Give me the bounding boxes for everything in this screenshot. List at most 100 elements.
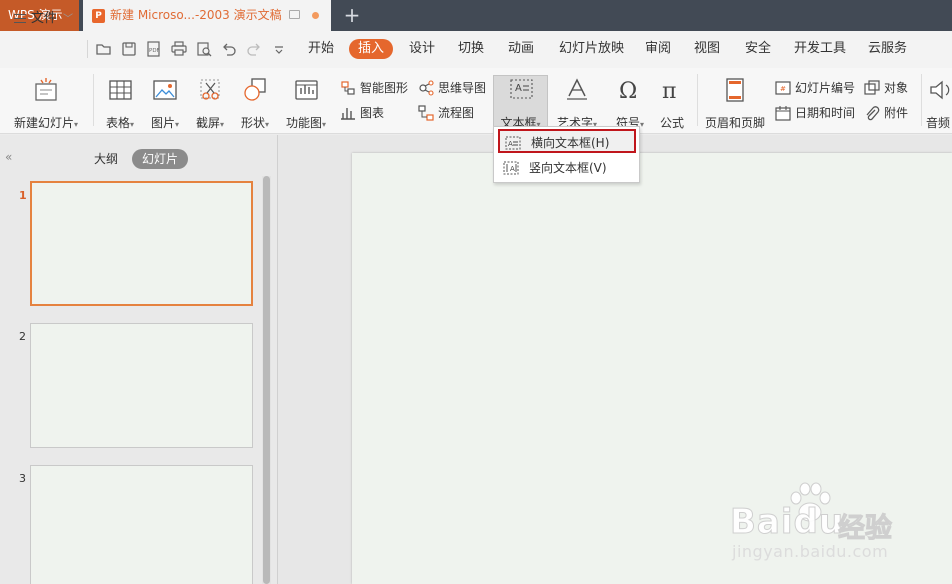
shape-button[interactable]: 形状▾ bbox=[236, 76, 274, 130]
text-box-icon: A bbox=[509, 79, 533, 99]
document-title: 新建 Microso...-2003 演示文稿 bbox=[110, 8, 282, 22]
chart-button[interactable]: 图表 bbox=[340, 104, 390, 122]
open-icon[interactable] bbox=[95, 40, 113, 58]
table-button[interactable]: 表格▾ bbox=[101, 76, 139, 130]
tab-developer[interactable]: 开发工具 bbox=[794, 39, 846, 59]
new-slide-button[interactable]: 新建幻灯片▾ bbox=[8, 76, 84, 130]
slide-thumbnail-1[interactable] bbox=[30, 181, 253, 306]
tab-outline[interactable]: 大纲 bbox=[94, 149, 118, 169]
table-icon bbox=[109, 80, 132, 100]
screen-icon[interactable] bbox=[289, 10, 300, 19]
function-chart-button[interactable]: 功能图▾ bbox=[283, 76, 329, 130]
table-label: 表格 bbox=[105, 116, 130, 130]
ribbon-separator bbox=[697, 74, 698, 126]
pi-icon: π bbox=[662, 79, 676, 104]
symbol-button[interactable]: Ω 符号▾ bbox=[610, 76, 650, 130]
baidu-watermark: Baidu 经验 jingyan.baidu.com bbox=[729, 482, 930, 562]
header-footer-button[interactable]: 页眉和页脚 bbox=[703, 76, 767, 130]
scissors-icon bbox=[200, 79, 220, 100]
attachment-button[interactable]: 附件 bbox=[864, 104, 912, 122]
function-chart-label: 功能图 bbox=[285, 116, 322, 130]
new-slide-label: 新建幻灯片 bbox=[13, 116, 74, 130]
smart-graphic-icon bbox=[341, 81, 355, 95]
tab-slides[interactable]: 幻灯片 bbox=[132, 149, 188, 169]
vertical-text-box-icon: A bbox=[503, 161, 519, 175]
file-menu[interactable]: 文件 ﹀ bbox=[14, 9, 73, 29]
slide-number-1: 1 bbox=[19, 189, 27, 202]
svg-text:#: # bbox=[780, 85, 786, 93]
screenshot-button[interactable]: 截屏▾ bbox=[191, 76, 229, 130]
tab-animation[interactable]: 动画 bbox=[508, 39, 534, 59]
slide-thumbnail-3[interactable] bbox=[30, 465, 253, 584]
unsaved-dot-icon[interactable] bbox=[312, 12, 319, 19]
dropdown-arrow-icon: ▾ bbox=[265, 120, 270, 129]
new-tab-button[interactable]: + bbox=[340, 3, 364, 27]
object-label: 对象 bbox=[884, 81, 909, 95]
object-button[interactable]: 对象 bbox=[864, 79, 912, 97]
hamburger-icon bbox=[14, 14, 26, 23]
function-chart-icon bbox=[295, 80, 318, 100]
text-box-dropdown-menu: A 横向文本框(H) A 竖向文本框(V) bbox=[493, 126, 640, 183]
equation-label: 公式 bbox=[659, 116, 684, 130]
slide-number-button[interactable]: # 幻灯片编号 bbox=[775, 79, 857, 97]
ribbon-separator bbox=[921, 74, 922, 126]
document-tab[interactable]: P 新建 Microso...-2003 演示文稿 bbox=[83, 0, 331, 31]
picture-button[interactable]: 图片▾ bbox=[146, 76, 184, 130]
menu-item-horizontal-text-box[interactable]: A 横向文本框(H) bbox=[498, 129, 636, 153]
dropdown-arrow-icon: ▾ bbox=[175, 120, 180, 129]
toolbar-separator bbox=[87, 40, 88, 58]
bar-chart-icon bbox=[341, 108, 355, 120]
redo-icon[interactable] bbox=[245, 40, 263, 58]
flowchart-icon bbox=[418, 105, 434, 121]
date-time-button[interactable]: 日期和时间 bbox=[775, 104, 857, 122]
text-box-button[interactable]: A 文本框▾ bbox=[494, 76, 547, 130]
tab-slideshow[interactable]: 幻灯片放映 bbox=[559, 39, 624, 59]
smart-graphic-button[interactable]: 智能图形 bbox=[340, 79, 412, 97]
mind-map-label: 思维导图 bbox=[438, 81, 487, 95]
slide-number-2: 2 bbox=[19, 330, 26, 343]
tab-insert[interactable]: 插入 bbox=[349, 39, 394, 59]
horizontal-text-box-icon: A bbox=[505, 136, 521, 150]
screenshot-label: 截屏 bbox=[195, 116, 220, 130]
tab-security[interactable]: 安全 bbox=[745, 39, 771, 59]
audio-button[interactable]: 音频 bbox=[926, 76, 952, 130]
speaker-icon bbox=[930, 80, 950, 100]
tab-review[interactable]: 审阅 bbox=[645, 39, 671, 59]
watermark-url: jingyan.baidu.com bbox=[732, 542, 889, 561]
paperclip-icon bbox=[866, 106, 880, 121]
dropdown-arrow-icon: ▾ bbox=[640, 120, 645, 129]
date-time-label: 日期和时间 bbox=[795, 106, 856, 120]
export-pdf-icon[interactable]: PDF bbox=[145, 40, 163, 58]
word-art-button[interactable]: 艺术字▾ bbox=[554, 76, 600, 130]
dropdown-arrow-icon: ▾ bbox=[130, 120, 135, 129]
flowchart-button[interactable]: 流程图 bbox=[418, 104, 478, 122]
word-art-icon bbox=[567, 78, 587, 100]
menu-item-vertical-text-box[interactable]: A 竖向文本框(V) bbox=[498, 156, 636, 180]
customize-icon[interactable] bbox=[270, 40, 288, 58]
header-footer-icon bbox=[726, 78, 744, 102]
svg-text:A: A bbox=[515, 83, 522, 94]
thumbnail-scrollbar[interactable] bbox=[263, 176, 270, 584]
tab-view[interactable]: 视图 bbox=[694, 39, 720, 59]
equation-button[interactable]: π 公式 bbox=[654, 76, 690, 130]
collapse-pane-icon[interactable]: « bbox=[5, 150, 12, 164]
tab-transition[interactable]: 切换 bbox=[458, 39, 484, 59]
menu-item-label: 竖向文本框(V) bbox=[529, 161, 607, 175]
flowchart-label: 流程图 bbox=[438, 106, 475, 120]
dropdown-arrow-icon: ▾ bbox=[74, 120, 79, 129]
mind-map-button[interactable]: 思维导图 bbox=[418, 79, 488, 97]
slide-thumbnail-2[interactable] bbox=[30, 323, 253, 448]
mind-map-icon bbox=[419, 80, 434, 96]
tab-start[interactable]: 开始 bbox=[308, 39, 334, 59]
watermark-brand-cn: 经验 bbox=[838, 513, 893, 545]
menu-item-label: 横向文本框(H) bbox=[531, 136, 610, 150]
print-preview-icon[interactable] bbox=[195, 40, 213, 58]
shapes-icon bbox=[244, 78, 266, 101]
print-icon[interactable] bbox=[170, 40, 188, 58]
undo-icon[interactable] bbox=[220, 40, 238, 58]
tab-cloud[interactable]: 云服务 bbox=[868, 39, 907, 59]
tab-design[interactable]: 设计 bbox=[409, 39, 435, 59]
svg-text:π: π bbox=[662, 79, 676, 104]
svg-text:Ω: Ω bbox=[619, 79, 637, 104]
save-icon[interactable] bbox=[120, 40, 138, 58]
